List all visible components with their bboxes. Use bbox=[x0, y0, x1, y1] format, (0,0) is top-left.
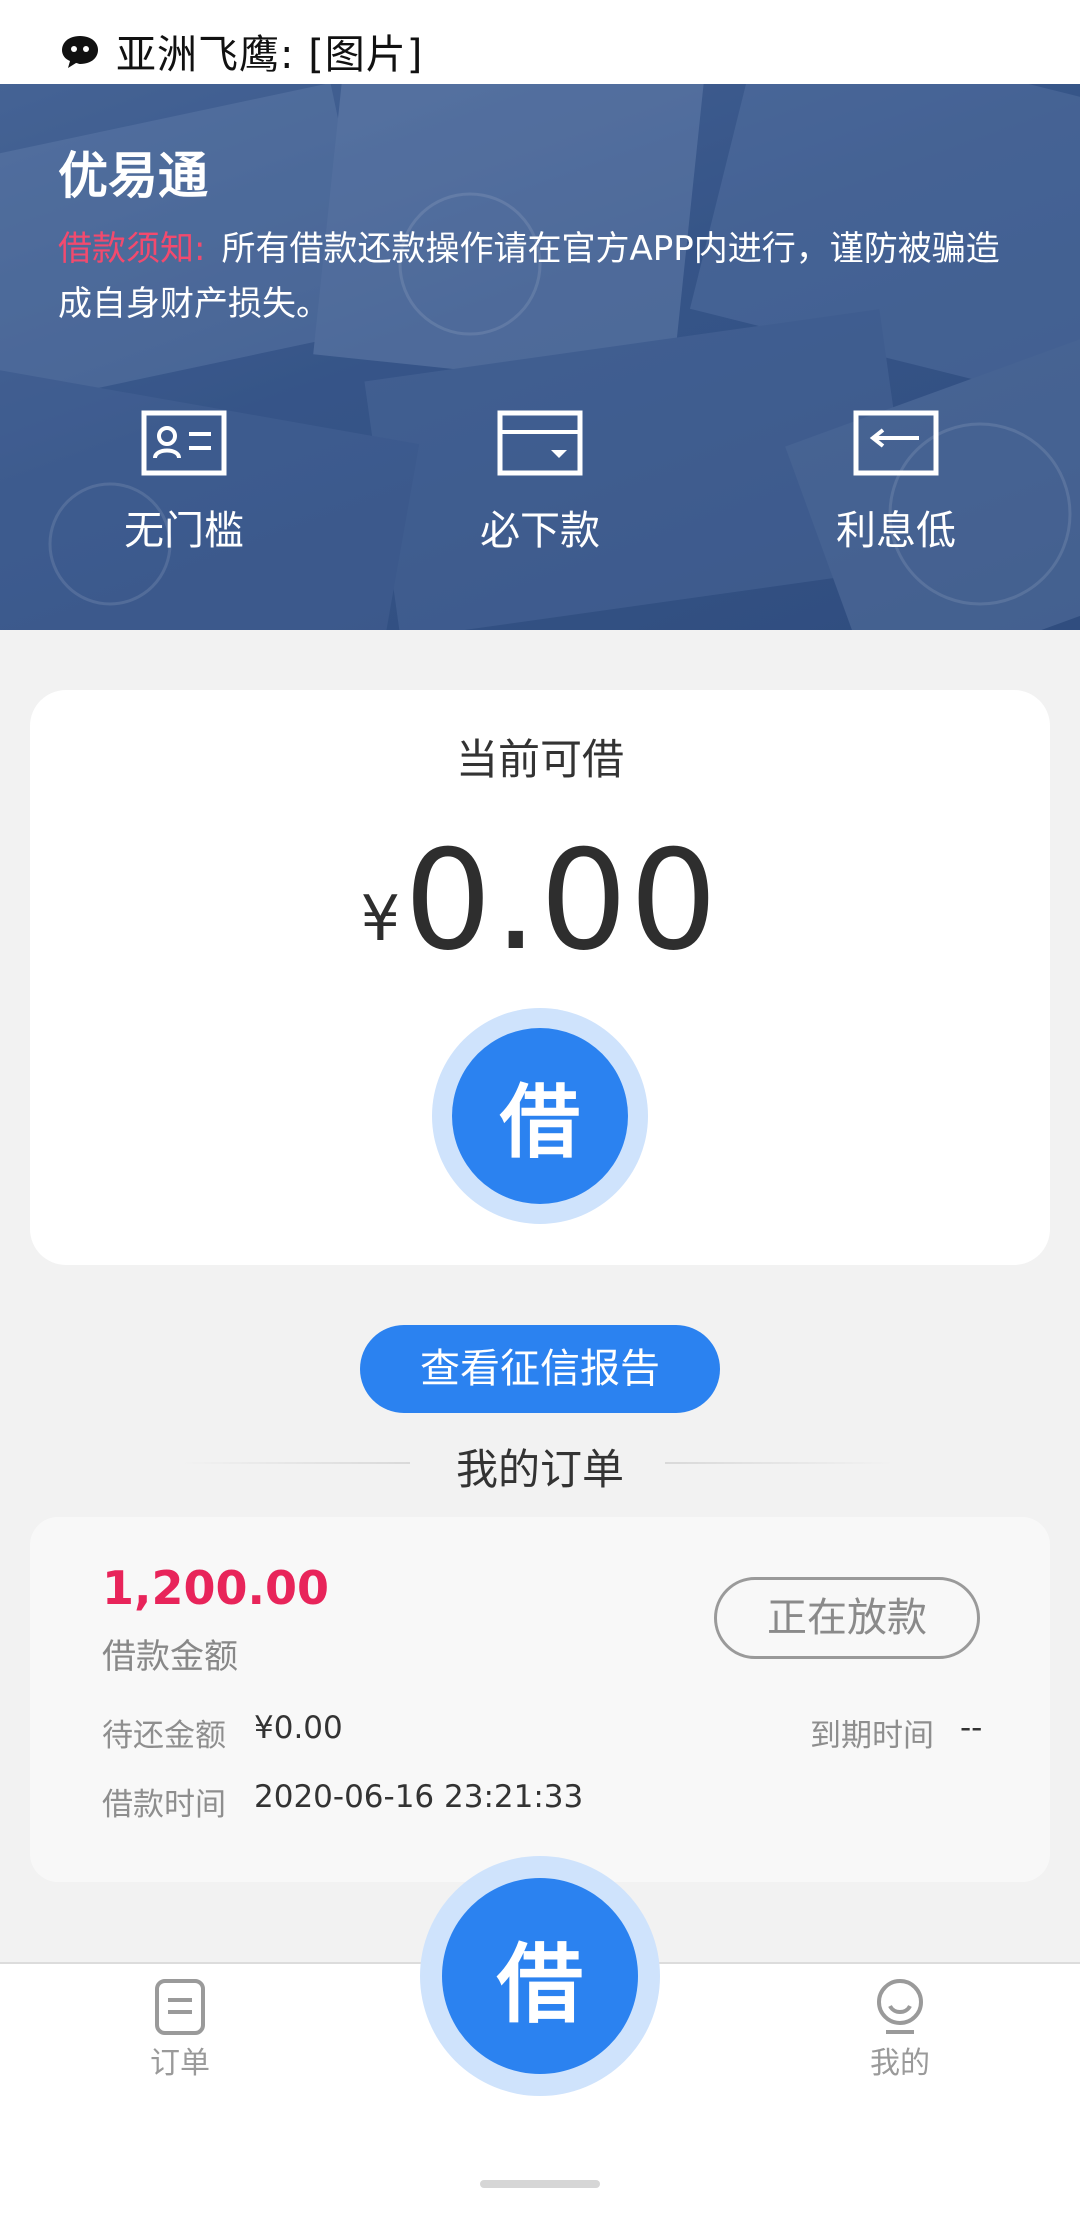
loan-time-value: 2020-06-16 23:21:33 bbox=[254, 1779, 584, 1815]
order-amount-label: 借款金额 bbox=[102, 1637, 238, 1677]
feature-label: 必下款 bbox=[480, 508, 600, 554]
order-amount: 1,200.00 bbox=[102, 1561, 329, 1615]
feature-guaranteed-loan: 必下款 bbox=[430, 410, 650, 556]
currency-symbol: ¥ bbox=[360, 882, 401, 955]
notice-label: 借款须知: bbox=[58, 229, 206, 269]
notification-bar[interactable]: 亚洲飞鹰: [图片] bbox=[0, 0, 1080, 84]
due-time-label: 到期时间 bbox=[810, 1718, 934, 1754]
pending-amount-value: ¥0.00 bbox=[254, 1710, 343, 1746]
return-screen-icon bbox=[853, 410, 939, 476]
due-time-value: -- bbox=[960, 1710, 983, 1746]
user-icon bbox=[877, 1979, 923, 2034]
chat-bubble-icon bbox=[62, 36, 98, 68]
loan-notice: 借款须知: 所有借款还款操作请在官方APP内进行，谨防被骗造成自身财产损失。 bbox=[58, 222, 1028, 332]
orders-title: 我的订单 bbox=[455, 1445, 624, 1494]
wallet-icon bbox=[497, 410, 583, 476]
amount-value: 0.00 bbox=[404, 820, 720, 981]
loan-time-label: 借款时间 bbox=[102, 1787, 226, 1823]
document-icon bbox=[155, 1979, 205, 2035]
available-credit-card: 当前可借 ¥0.00 借 bbox=[30, 690, 1050, 1265]
view-credit-report-button[interactable]: 查看征信报告 bbox=[360, 1325, 720, 1413]
available-caption: 当前可借 bbox=[455, 735, 624, 784]
hero-banner: 优易通 借款须知: 所有借款还款操作请在官方APP内进行，谨防被骗造成自身财产损失… bbox=[0, 84, 1080, 630]
borrow-button-label: 借 bbox=[452, 1028, 628, 1204]
notification-text: 亚洲飞鹰: [图片] bbox=[116, 32, 424, 78]
nav-orders-label: 订单 bbox=[150, 2046, 210, 2081]
divider-right bbox=[665, 1462, 895, 1464]
id-card-icon bbox=[141, 410, 227, 476]
feature-no-threshold: 无门槛 bbox=[74, 410, 294, 556]
app-title: 优易通 bbox=[58, 147, 208, 205]
pending-amount-label: 待还金额 bbox=[102, 1718, 226, 1754]
order-status-badge[interactable]: 正在放款 bbox=[714, 1577, 980, 1659]
feature-low-interest: 利息低 bbox=[786, 410, 1006, 556]
available-amount: ¥0.00 bbox=[30, 820, 1050, 981]
nav-me-label: 我的 bbox=[870, 2046, 930, 2081]
home-indicator[interactable] bbox=[480, 2180, 600, 2188]
nav-me[interactable]: 我的 bbox=[830, 1978, 970, 2082]
orders-section-header: 我的订单 bbox=[0, 1430, 1080, 1494]
order-card[interactable]: 1,200.00 借款金额 正在放款 待还金额 ¥0.00 到期时间 -- 借款… bbox=[30, 1517, 1050, 1882]
floating-borrow-button[interactable]: 借 bbox=[420, 1856, 660, 2096]
floating-borrow-label: 借 bbox=[442, 1878, 638, 2074]
borrow-button[interactable]: 借 bbox=[432, 1008, 648, 1224]
feature-label: 利息低 bbox=[836, 508, 956, 554]
nav-orders[interactable]: 订单 bbox=[110, 1978, 250, 2082]
feature-label: 无门槛 bbox=[124, 508, 244, 554]
